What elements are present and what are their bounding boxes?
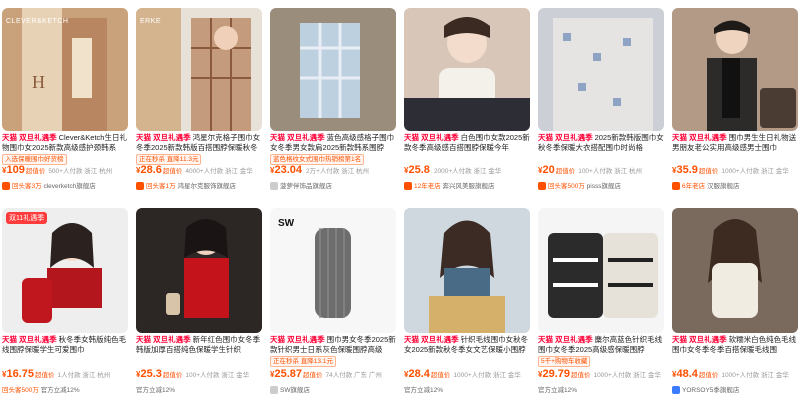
product-image[interactable]: ERKE xyxy=(136,8,262,131)
product-title[interactable]: 天猫 双旦礼遇季 2025新款韩版围巾女秋冬季保暖大衣搭配围巾时尚格 xyxy=(538,133,664,153)
product-card[interactable]: 天猫 双旦礼遇季 新年红色围巾女冬季韩版加厚百搭纯色保暖学生针织 ¥25.3超值价… xyxy=(134,208,262,406)
price-row: ¥20超值价 100+人付款 浙江 杭州 xyxy=(538,164,642,176)
shop-icon xyxy=(672,386,680,395)
brand-logo: ERKE xyxy=(140,18,162,25)
shop-row[interactable]: YORSOY5季旗舰店 xyxy=(672,384,798,395)
product-card[interactable]: 天猫 双旦礼遇季 围巾男生生日礼物送男朋友老公实用高级感男士围巾 ¥35.9超值价… xyxy=(670,0,798,198)
product-title[interactable]: 天猫 双旦礼遇季 麋尔高蓝色针织毛线围巾女冬季2025高级感保暖围脖 xyxy=(538,335,664,355)
shop-row[interactable]: 菠萝伴饰品旗舰店 xyxy=(270,180,396,191)
svg-text:H: H xyxy=(32,72,45,92)
product-image[interactable]: SW xyxy=(270,208,396,333)
shop-row[interactable]: SW旗舰店 xyxy=(270,384,396,395)
price-row: ¥25.8 2000+人付款 浙江 金华 xyxy=(404,164,502,176)
product-image[interactable] xyxy=(404,208,530,333)
product-image[interactable] xyxy=(672,208,798,333)
product-title[interactable]: 天猫 双旦礼遇季 蓝色高级感格子围巾女冬季男女款肩2025新款韩系围脖 xyxy=(270,133,396,153)
product-title[interactable]: 天猫 双旦礼遇季 围巾男生生日礼物送男朋友老公实用高级感男士围巾 xyxy=(672,133,798,153)
shop-icon xyxy=(672,182,680,191)
price-row: ¥28.6超值价 4000+人付款 浙江 金华 xyxy=(136,164,253,176)
shop-icon xyxy=(2,182,10,191)
price-row: ¥25.3超值价 100+人付款 浙江 金华 xyxy=(136,368,250,380)
product-image[interactable] xyxy=(672,8,798,131)
shop-row[interactable]: 回头客500万 官方立减12% xyxy=(2,384,128,394)
shop-icon xyxy=(270,182,278,191)
shop-row[interactable]: 官方立减12% xyxy=(404,384,530,394)
price-row: ¥16.75超值价 1人付款 浙江 杭州 xyxy=(2,368,111,380)
product-image[interactable] xyxy=(270,8,396,131)
product-card[interactable]: H CLEVER&KETCH 天猫 双旦礼遇季 Clever&Ketch生日礼物围… xyxy=(0,0,128,198)
price-row: ¥35.9超值价 1000+人付款 浙江 金华 xyxy=(672,164,789,176)
product-title[interactable]: 天猫 双旦礼遇季 针织毛线围巾女秋冬女2025新款秋冬季女文艺保暖小围脖 xyxy=(404,335,530,355)
shop-row[interactable]: 回头客3万 cleverketch旗舰店 xyxy=(2,180,128,191)
product-title[interactable]: 天猫 双旦礼遇季 软糯米白色纯色毛线围巾女冬季冬季百搭保暖毛线围 xyxy=(672,335,798,355)
price-row: ¥25.87超值价 74人付款 广东 广州 xyxy=(270,368,382,380)
shop-icon xyxy=(136,182,144,191)
price-row: ¥29.79超值价 1000+人付款 浙江 金华 xyxy=(538,368,661,380)
product-title[interactable]: 天猫 双旦礼遇季 Clever&Ketch生日礼物围巾女2025新款高级感护颈韩系 xyxy=(2,133,128,153)
shop-row[interactable]: 官方立减12% xyxy=(538,384,664,394)
product-image[interactable] xyxy=(538,208,664,333)
product-card[interactable]: 天猫 双旦礼遇季 2025新款韩版围巾女秋冬季保暖大衣搭配围巾时尚格 ¥20超值价… xyxy=(536,0,664,198)
shop-icon xyxy=(404,182,412,191)
product-title[interactable]: 天猫 双旦礼遇季 鸿星尔克格子围巾女冬季2025新款韩版百搭围脖保暖秋冬 xyxy=(136,133,262,153)
price-row: ¥48.4超值价 1000+人付款 浙江 金华 xyxy=(672,368,789,380)
shop-row[interactable]: 回头客1万 鸿星尔克服饰旗舰店 xyxy=(136,180,262,191)
shop-row[interactable]: 官方立减12% xyxy=(136,384,262,394)
brand-logo: CLEVER&KETCH xyxy=(6,18,69,25)
product-card[interactable]: 双11礼遇季 天猫 双旦礼遇季 秋冬季女韩版纯色毛线围脖保暖学生可爱围巾 ¥16.… xyxy=(0,208,128,406)
promo-badge: 双11礼遇季 xyxy=(6,212,48,224)
price-row: ¥28.4超值价 1000+人付款 浙江 金华 xyxy=(404,368,521,380)
shop-icon xyxy=(538,182,546,191)
shop-row[interactable]: 12年老店 奔兴风美服旗舰店 xyxy=(404,180,530,191)
product-image[interactable] xyxy=(136,208,262,333)
promo-tag: 正在秒杀 直降13.1元 xyxy=(270,356,336,367)
product-grid: H CLEVER&KETCH 天猫 双旦礼遇季 Clever&Ketch生日礼物围… xyxy=(0,0,800,406)
product-card[interactable]: SW 天猫 双旦礼遇季 围巾男女冬季2025新款针织男士日系灰色保暖围脖高级 正在… xyxy=(268,208,396,406)
product-image[interactable] xyxy=(538,8,664,131)
svg-text:SW: SW xyxy=(278,218,295,229)
product-card[interactable]: 天猫 双旦礼遇季 针织毛线围巾女秋冬女2025新款秋冬季女文艺保暖小围脖 ¥28.… xyxy=(402,208,530,406)
product-card[interactable]: 天猫 双旦礼遇季 麋尔高蓝色针织毛线围巾女冬季2025高级感保暖围脖 5千+购物车… xyxy=(536,208,664,406)
product-title[interactable]: 天猫 双旦礼遇季 新年红色围巾女冬季韩版加厚百搭纯色保暖学生针织 xyxy=(136,335,262,355)
shop-row[interactable]: 6年老店 汉服旗舰店 xyxy=(672,180,798,191)
shop-row[interactable]: 回头客500万 pisss旗舰店 xyxy=(538,180,664,191)
product-title[interactable]: 天猫 双旦礼遇季 秋冬季女韩版纯色毛线围脖保暖学生可爱围巾 xyxy=(2,335,128,355)
product-card[interactable]: 天猫 双旦礼遇季 蓝色高级感格子围巾女冬季男女款肩2025新款韩系围脖 蓝色格纹女… xyxy=(268,0,396,198)
price-row: ¥23.04 2万+人付款 浙江 杭州 xyxy=(270,164,370,176)
product-image[interactable] xyxy=(404,8,530,131)
product-image[interactable]: H CLEVER&KETCH xyxy=(2,8,128,131)
product-image[interactable]: 双11礼遇季 xyxy=(2,208,128,333)
product-title[interactable]: 天猫 双旦礼遇季 白色围巾女款2025新款冬季高级感百搭围脖保暖今年 xyxy=(404,133,530,153)
product-card[interactable]: 天猫 双旦礼遇季 软糯米白色纯色毛线围巾女冬季冬季百搭保暖毛线围 ¥48.4超值价… xyxy=(670,208,798,406)
price-row: ¥109超值价 500+人付款 浙江 杭州 xyxy=(2,164,113,176)
product-card[interactable]: 天猫 双旦礼遇季 白色围巾女款2025新款冬季高级感百搭围脖保暖今年 ¥25.8 2… xyxy=(402,0,530,198)
product-card[interactable]: ERKE 天猫 双旦礼遇季 鸿星尔克格子围巾女冬季2025新款韩版百搭围脖保暖秋冬… xyxy=(134,0,262,198)
product-title[interactable]: 天猫 双旦礼遇季 围巾男女冬季2025新款针织男士日系灰色保暖围脖高级 xyxy=(270,335,396,355)
shop-icon xyxy=(270,386,278,395)
cart-tag: 5千+购物车收藏 xyxy=(538,356,591,367)
